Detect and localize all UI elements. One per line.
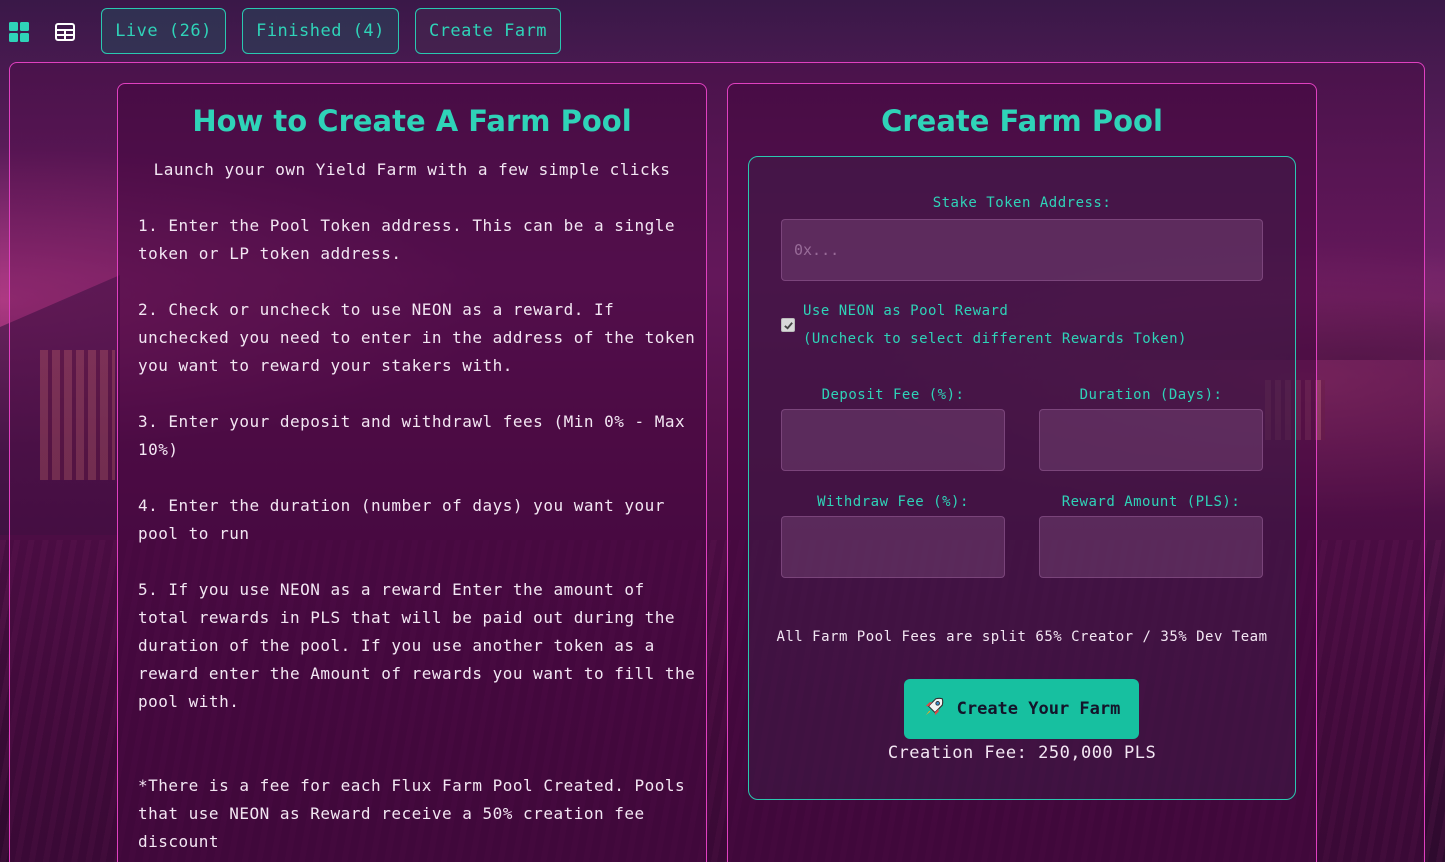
tab-finished[interactable]: Finished (4)	[242, 8, 399, 54]
fee-split-note: All Farm Pool Fees are split 65% Creator…	[776, 629, 1268, 645]
rocket-icon	[923, 696, 945, 723]
create-farm-button[interactable]: Create Your Farm	[904, 679, 1139, 739]
use-neon-hint: (Uncheck to select different Rewards Tok…	[803, 331, 1187, 347]
create-farm-form: Stake Token Address: Use NEON as Pool Re…	[748, 156, 1296, 800]
guide-fee-note: *There is a fee for each Flux Farm Pool …	[138, 776, 686, 851]
form-title: Create Farm Pool	[881, 104, 1163, 138]
use-neon-checkbox[interactable]	[781, 318, 795, 332]
guide-panel: How to Create A Farm Pool Launch your ow…	[117, 83, 707, 862]
deposit-fee-label: Deposit Fee (%):	[821, 387, 965, 403]
guide-intro: Launch your own Yield Farm with a few si…	[153, 160, 671, 179]
stake-token-label: Stake Token Address:	[932, 195, 1112, 211]
withdraw-fee-input[interactable]	[781, 516, 1005, 578]
tab-live[interactable]: Live (26)	[101, 8, 226, 54]
guide-step-5: 5. If you use NEON as a reward Enter the…	[138, 580, 696, 711]
guide-step-3: 3. Enter your deposit and withdrawl fees…	[138, 412, 686, 459]
grid-view-icon[interactable]	[9, 22, 29, 42]
withdraw-fee-label: Withdraw Fee (%):	[817, 494, 969, 510]
stake-token-input[interactable]	[781, 219, 1263, 281]
deposit-fee-input[interactable]	[781, 409, 1005, 471]
table-view-icon[interactable]	[55, 22, 75, 42]
guide-step-2: 2. Check or uncheck to use NEON as a rew…	[138, 300, 696, 375]
tab-create-farm[interactable]: Create Farm	[415, 8, 561, 54]
create-form-panel: Create Farm Pool Stake Token Address: Us…	[727, 83, 1317, 862]
creation-fee-text: Creation Fee: 250,000 PLS	[887, 743, 1157, 763]
reward-amount-label: Reward Amount (PLS):	[1061, 494, 1241, 510]
reward-amount-input[interactable]	[1039, 516, 1263, 578]
duration-label: Duration (Days):	[1079, 387, 1223, 403]
guide-title: How to Create A Farm Pool	[192, 104, 632, 138]
use-neon-label: Use NEON as Pool Reward	[803, 303, 1009, 319]
guide-step-4: 4. Enter the duration (number of days) y…	[138, 496, 665, 543]
top-toolbar: Live (26) Finished (4) Create Farm	[0, 0, 1445, 62]
guide-steps: 1. Enter the Pool Token address. This ca…	[138, 212, 698, 862]
guide-step-1: 1. Enter the Pool Token address. This ca…	[138, 216, 676, 263]
create-farm-label: Create Your Farm	[956, 699, 1121, 719]
duration-input[interactable]	[1039, 409, 1263, 471]
